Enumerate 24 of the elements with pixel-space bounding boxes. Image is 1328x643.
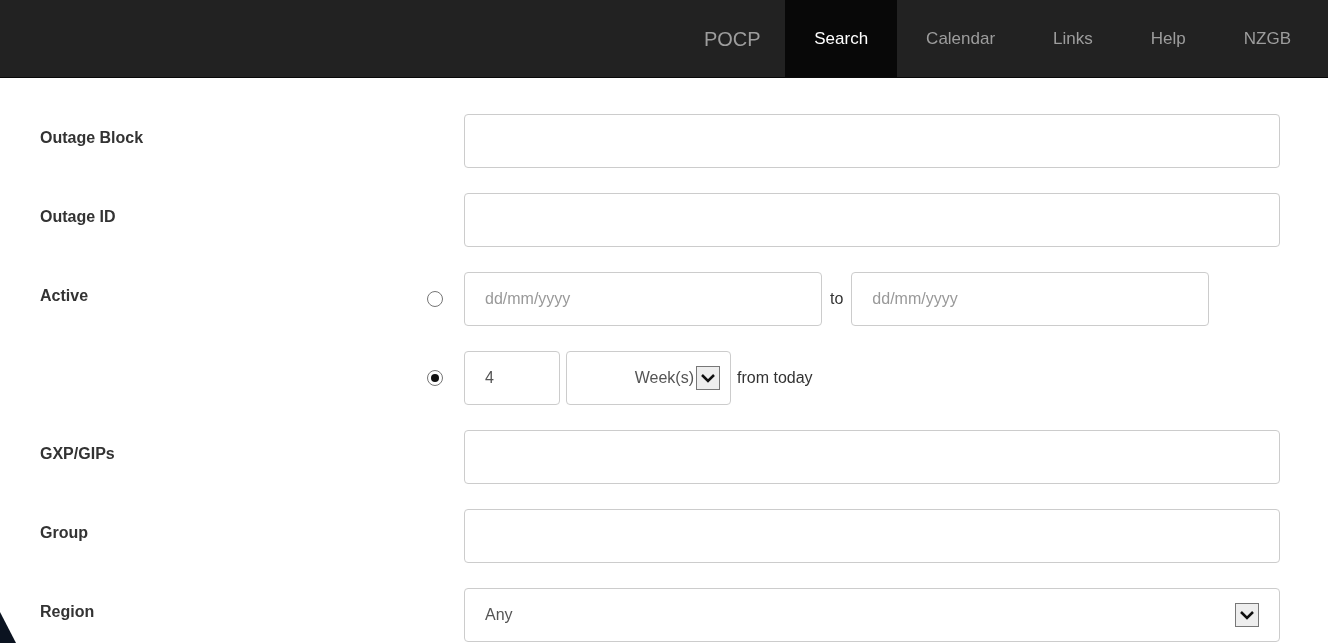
date-field[interactable]: dd/mm/yyyy: [464, 272, 822, 326]
brand-link[interactable]: POCP: [679, 0, 786, 77]
input-field[interactable]: [464, 114, 1280, 168]
input-field[interactable]: [464, 193, 1280, 247]
field-label: Outage Block: [39, 128, 145, 148]
input-field[interactable]: [464, 509, 1280, 563]
field-label: Group: [39, 523, 89, 543]
input-field[interactable]: [464, 430, 1280, 484]
nav-link[interactable]: Search: [785, 0, 898, 77]
field-label: Region: [39, 602, 96, 622]
suffix-text: from today: [737, 368, 813, 388]
nav-link[interactable]: Help: [1121, 0, 1215, 77]
number-field[interactable]: 4: [464, 351, 560, 405]
nav-link[interactable]: NZGB: [1214, 0, 1320, 77]
field-label: Outage ID: [39, 207, 117, 227]
field-label: Active: [39, 286, 90, 306]
field-label: GXP/GIPs: [39, 444, 116, 464]
region-select[interactable]: Any: [464, 588, 1280, 642]
date-field[interactable]: dd/mm/yyyy: [851, 272, 1210, 326]
corner-icon: [0, 612, 16, 643]
nav-link[interactable]: Links: [1024, 0, 1122, 77]
separator-text: to: [830, 289, 844, 309]
unit-select[interactable]: Week(s): [566, 351, 731, 405]
nav-link[interactable]: Calendar: [897, 0, 1025, 77]
